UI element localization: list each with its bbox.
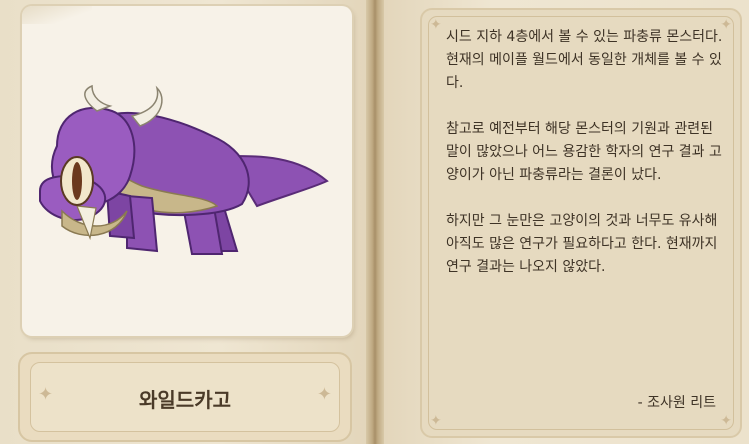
monster-sprite-icon — [39, 84, 329, 255]
monster-portrait-card — [22, 6, 352, 336]
description-author: - 조사원 리트 — [637, 395, 716, 411]
corner-star-bl-icon: ✦ — [430, 413, 442, 429]
monster-description: 시드 지하 4층에서 볼 수 있는 파충류 몬스터다. 현재의 메이플 월드에서… — [446, 29, 723, 275]
corner-star-br-icon: ✦ — [720, 413, 732, 429]
monster-name: 와일드카고 — [139, 388, 231, 412]
monster-book: ✦ ✦ 와일드카고 ✦ ✦ ✦ ✦ 시드 지하 4층에서 볼 수 있는 파충류 … — [0, 0, 749, 444]
book-spine — [366, 0, 384, 444]
corner-star-tl-icon: ✦ — [430, 17, 442, 33]
monster-name-plate: ✦ ✦ 와일드카고 — [18, 352, 352, 442]
